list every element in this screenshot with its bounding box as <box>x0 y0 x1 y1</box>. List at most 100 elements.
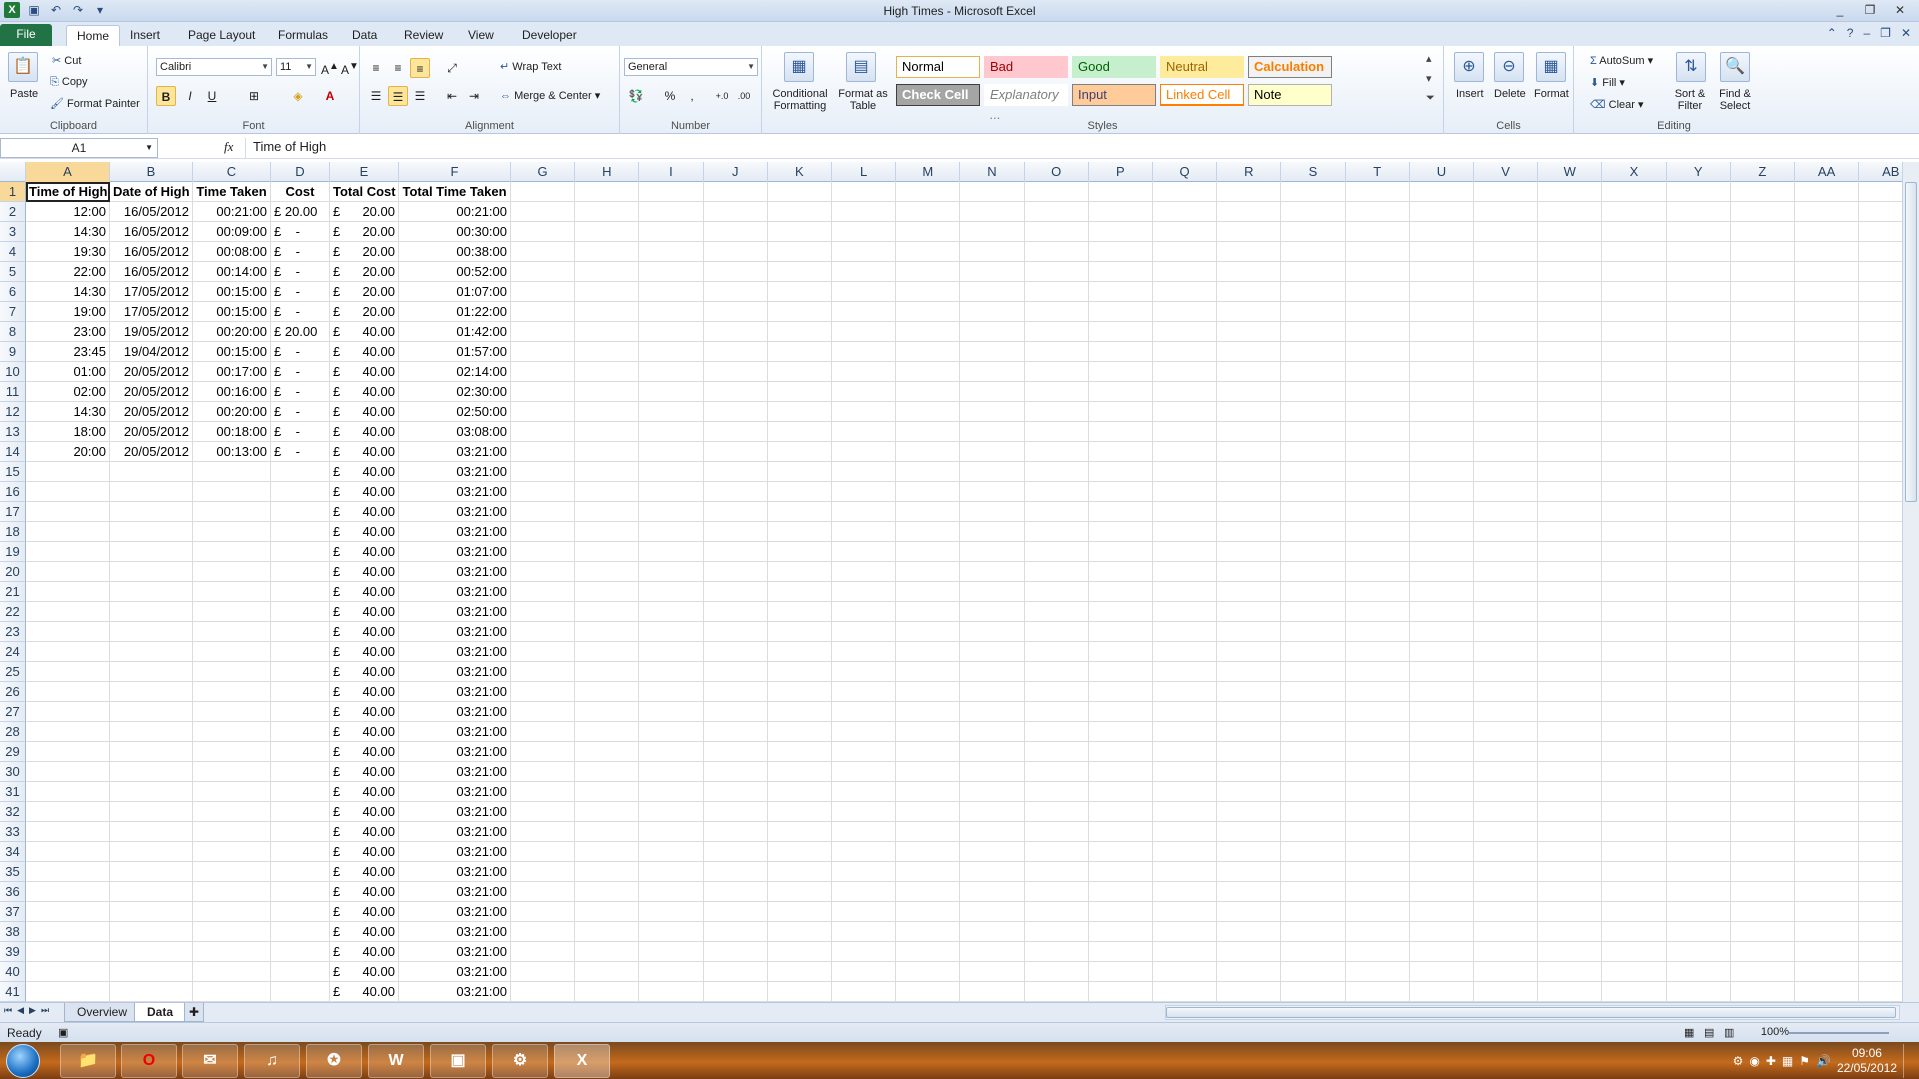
cell-i18[interactable] <box>639 522 704 542</box>
cell-z36[interactable] <box>1730 882 1795 902</box>
cell-j7[interactable] <box>703 302 768 322</box>
cell-s17[interactable] <box>1281 502 1346 522</box>
cell-h23[interactable] <box>575 622 640 642</box>
cell-w38[interactable] <box>1538 922 1603 942</box>
cell-z21[interactable] <box>1730 582 1795 602</box>
cell-r40[interactable] <box>1217 962 1282 982</box>
cell-p14[interactable] <box>1088 442 1153 462</box>
cell-e26[interactable]: £40.00 <box>330 682 399 702</box>
cell-l18[interactable] <box>832 522 897 542</box>
row-header[interactable]: 23 <box>0 622 26 642</box>
cell-u35[interactable] <box>1409 862 1474 882</box>
cell-b1[interactable]: Date of High <box>110 182 193 202</box>
cell-q10[interactable] <box>1153 362 1218 382</box>
cell-aa41[interactable] <box>1795 982 1860 1002</box>
cell-z9[interactable] <box>1730 342 1795 362</box>
row-header[interactable]: 32 <box>0 802 26 822</box>
flag-tray-icon[interactable]: ⚑ <box>1799 1054 1810 1068</box>
cell-d22[interactable] <box>271 602 330 622</box>
cell-v27[interactable] <box>1474 702 1539 722</box>
cell-e21[interactable]: £40.00 <box>330 582 399 602</box>
cell-t9[interactable] <box>1345 342 1410 362</box>
cell-m27[interactable] <box>896 702 961 722</box>
cell-u36[interactable] <box>1409 882 1474 902</box>
cell-i23[interactable] <box>639 622 704 642</box>
cell-e9[interactable]: £40.00 <box>330 342 399 362</box>
zoom-level[interactable]: 100% <box>1761 1026 1789 1038</box>
workbook-restore-icon[interactable]: ❐ <box>1880 26 1891 40</box>
cell-p2[interactable] <box>1088 202 1153 222</box>
cell-b38[interactable] <box>110 922 193 942</box>
cell-o31[interactable] <box>1024 782 1089 802</box>
cell-e36[interactable]: £40.00 <box>330 882 399 902</box>
cell-k19[interactable] <box>767 542 832 562</box>
cell-aa39[interactable] <box>1795 942 1860 962</box>
cell-x11[interactable] <box>1602 382 1667 402</box>
cell-u31[interactable] <box>1409 782 1474 802</box>
tab-home[interactable]: Home <box>66 25 121 46</box>
cell-g7[interactable] <box>511 302 576 322</box>
cell-r14[interactable] <box>1217 442 1282 462</box>
cell-l26[interactable] <box>832 682 897 702</box>
cell-l12[interactable] <box>832 402 897 422</box>
cell-h27[interactable] <box>575 702 640 722</box>
cell-n40[interactable] <box>960 962 1025 982</box>
cell-u38[interactable] <box>1409 922 1474 942</box>
cell-l20[interactable] <box>832 562 897 582</box>
cell-aa35[interactable] <box>1795 862 1860 882</box>
cell-a39[interactable] <box>26 942 110 962</box>
cell-y40[interactable] <box>1666 962 1731 982</box>
cell-x36[interactable] <box>1602 882 1667 902</box>
cell-n14[interactable] <box>960 442 1025 462</box>
cell-q1[interactable] <box>1153 182 1218 202</box>
cell-t31[interactable] <box>1345 782 1410 802</box>
cell-q7[interactable] <box>1153 302 1218 322</box>
cell-m9[interactable] <box>896 342 961 362</box>
cell-j35[interactable] <box>703 862 768 882</box>
cell-h14[interactable] <box>575 442 640 462</box>
cell-s28[interactable] <box>1281 722 1346 742</box>
row-header[interactable]: 8 <box>0 322 26 342</box>
cell-aa26[interactable] <box>1795 682 1860 702</box>
cell-f19[interactable]: 03:21:00 <box>399 542 511 562</box>
cell-g37[interactable] <box>511 902 576 922</box>
cell-f3[interactable]: 00:30:00 <box>399 222 511 242</box>
cell-k40[interactable] <box>767 962 832 982</box>
cell-w29[interactable] <box>1538 742 1603 762</box>
cell-e12[interactable]: £40.00 <box>330 402 399 422</box>
cell-e1[interactable]: Total Cost <box>330 182 399 202</box>
cell-d9[interactable]: £ - <box>271 342 330 362</box>
cell-y20[interactable] <box>1666 562 1731 582</box>
cell-q34[interactable] <box>1153 842 1218 862</box>
cell-i3[interactable] <box>639 222 704 242</box>
cell-n12[interactable] <box>960 402 1025 422</box>
cell-y11[interactable] <box>1666 382 1731 402</box>
cell-i36[interactable] <box>639 882 704 902</box>
cell-style-note[interactable]: Note <box>1248 84 1332 106</box>
cell-j5[interactable] <box>703 262 768 282</box>
cell-n8[interactable] <box>960 322 1025 342</box>
row-header[interactable]: 39 <box>0 942 26 962</box>
cell-d26[interactable] <box>271 682 330 702</box>
cell-l27[interactable] <box>832 702 897 722</box>
cell-g17[interactable] <box>511 502 576 522</box>
cell-h41[interactable] <box>575 982 640 1002</box>
cell-s32[interactable] <box>1281 802 1346 822</box>
cell-f23[interactable]: 03:21:00 <box>399 622 511 642</box>
cell-m41[interactable] <box>896 982 961 1002</box>
cell-d32[interactable] <box>271 802 330 822</box>
cell-r17[interactable] <box>1217 502 1282 522</box>
binoculars-icon[interactable]: 🔍 <box>1720 52 1750 82</box>
cell-u37[interactable] <box>1409 902 1474 922</box>
cell-b40[interactable] <box>110 962 193 982</box>
cell-p1[interactable] <box>1088 182 1153 202</box>
cell-p5[interactable] <box>1088 262 1153 282</box>
cell-f21[interactable]: 03:21:00 <box>399 582 511 602</box>
cell-m18[interactable] <box>896 522 961 542</box>
cell-e23[interactable]: £40.00 <box>330 622 399 642</box>
cell-n36[interactable] <box>960 882 1025 902</box>
cell-y37[interactable] <box>1666 902 1731 922</box>
cell-v13[interactable] <box>1474 422 1539 442</box>
cell-aa12[interactable] <box>1795 402 1860 422</box>
cell-f10[interactable]: 02:14:00 <box>399 362 511 382</box>
